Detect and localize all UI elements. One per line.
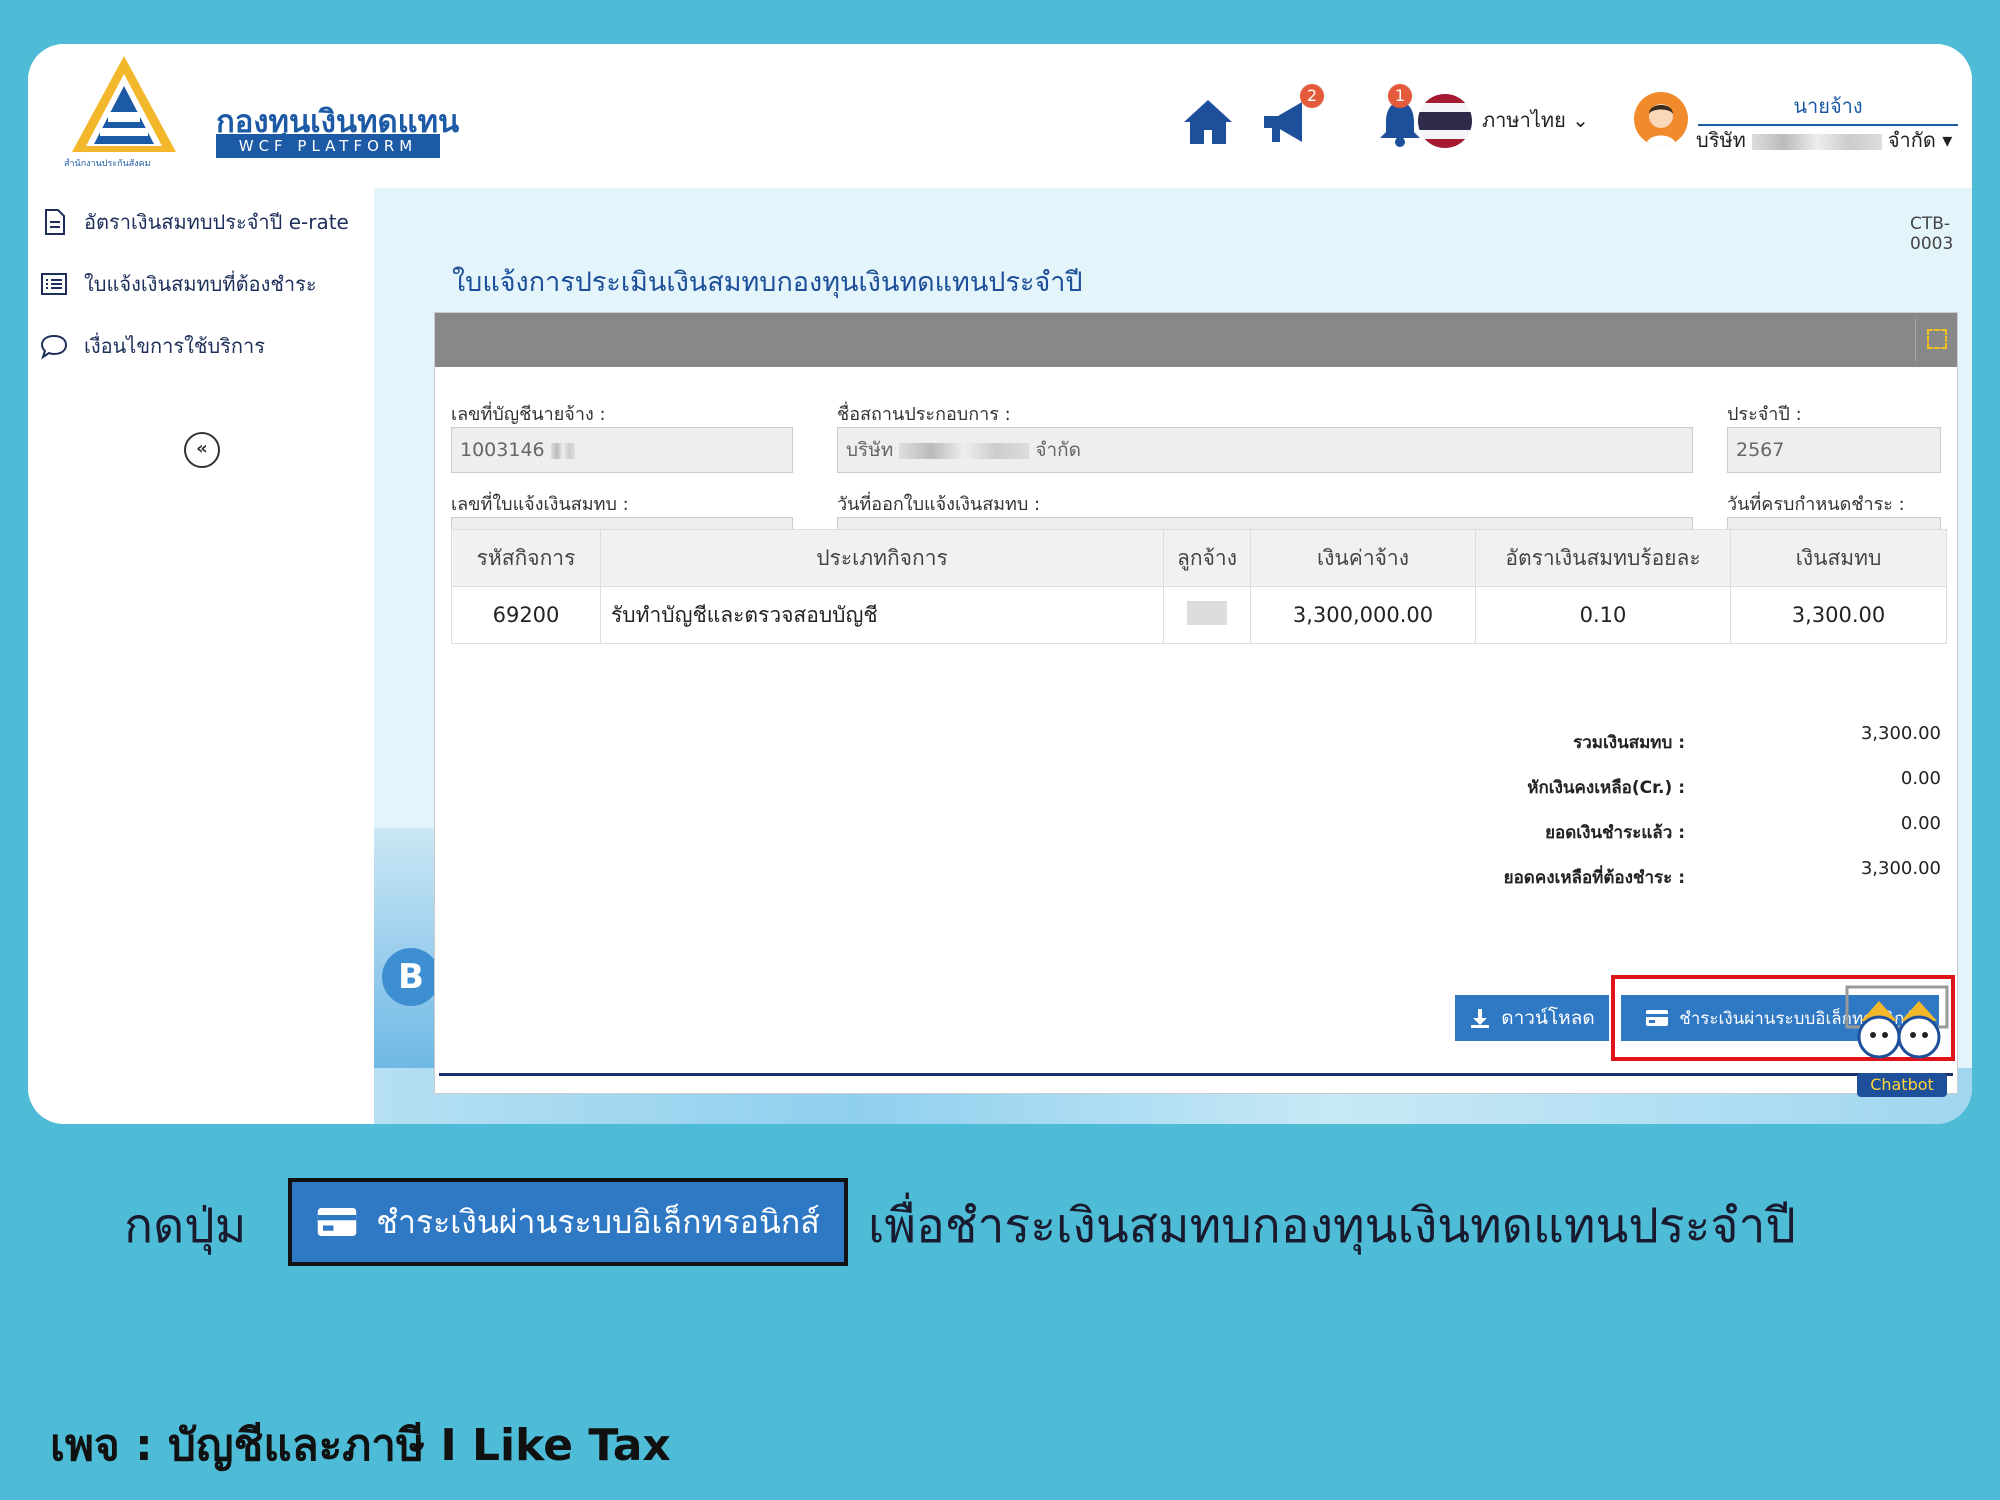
download-icon — [1471, 1009, 1490, 1028]
language-label: ภาษาไทย — [1482, 108, 1566, 132]
company-prefix: บริษัท — [1696, 128, 1746, 152]
panel-toolbar — [435, 313, 1957, 367]
list-icon — [41, 273, 67, 295]
summary-total: รวมเงินสมทบ : 3,300.00 — [435, 723, 1957, 753]
thai-flag-icon[interactable] — [1418, 94, 1472, 148]
cell-rate: 0.10 — [1475, 586, 1731, 644]
employer-account-value: 1003146 — [460, 439, 545, 461]
wcf-logo[interactable]: กองทุนเงินทดแทน WCF PLATFORM สำนักงานประ… — [64, 52, 484, 172]
header-rate: อัตราเงินสมทบร้อยละ — [1475, 529, 1731, 587]
page-title: ใบแจ้งการประเมินเงินสมทบกองทุนเงินทดแทนป… — [452, 267, 1083, 298]
summary-label: ยอดเงินชำระแล้ว : — [1545, 823, 1685, 843]
main-content: B CTB-0003 ใบแจ้งการประเมินเงินสมทบกองทุ… — [374, 188, 1972, 1124]
business-name-field: บริษัท จำกัด — [837, 427, 1693, 473]
company-suffix: จำกัด — [1887, 128, 1936, 152]
summary-value: 0.00 — [1900, 813, 1941, 834]
summary-value: 0.00 — [1900, 768, 1941, 789]
sidebar-item-terms[interactable]: เงื่อนไขการใช้บริการ — [40, 326, 265, 366]
redacted-name — [899, 442, 1030, 459]
cell-contribution: 3,300.00 — [1730, 586, 1947, 644]
page-code: CTB-0003 — [1910, 214, 1954, 254]
header-employees: ลูกจ้าง — [1163, 529, 1251, 587]
top-header: กองทุนเงินทดแทน WCF PLATFORM สำนักงานประ… — [28, 44, 1972, 188]
business-name-prefix: บริษัท — [846, 439, 894, 461]
summary-outstanding: ยอดคงเหลือที่ต้องชำระ : 3,300.00 — [435, 858, 1957, 888]
issue-date-label: วันที่ออกใบแจ้งเงินสมทบ : — [837, 494, 1041, 515]
cell-wages: 3,300,000.00 — [1250, 586, 1476, 644]
sidebar-item-label: อัตราเงินสมทบประจำปี e-rate — [84, 210, 349, 234]
caret-down-icon: ▾ — [1942, 128, 1953, 152]
download-button[interactable]: ดาวน์โหลด — [1455, 995, 1609, 1041]
summary-paid: ยอดเงินชำระแล้ว : 0.00 — [435, 813, 1957, 843]
credit-card-icon — [1646, 1010, 1669, 1026]
business-name-suffix: จำกัด — [1035, 439, 1081, 461]
caption-button-label: ชำระเงินผ่านระบบอิเล็กทรอนิกส์ — [376, 1202, 820, 1241]
notice-no-label: เลขที่ใบแจ้งเงินสมทบ : — [451, 494, 629, 515]
company-menu[interactable]: บริษัท จำกัด ▾ — [1696, 124, 1966, 156]
header-business-type: ประเภทกิจการ — [600, 529, 1164, 587]
cell-business-type: รับทำบัญชีและตรวจสอบบัญชี — [600, 586, 1164, 644]
caption-prefix: กดปุ่ม — [124, 1198, 247, 1254]
business-name-label: ชื่อสถานประกอบการ : — [837, 404, 1011, 425]
download-label: ดาวน์โหลด — [1501, 1007, 1595, 1029]
app-window: กองทุนเงินทดแทน WCF PLATFORM สำนักงานประ… — [28, 44, 1972, 1124]
footer-credit: เพจ : บัญชีและภาษี I Like Tax — [50, 1420, 671, 1471]
chat-bubble-icon — [40, 334, 68, 360]
announce-badge: 2 — [1300, 84, 1324, 108]
summary-value: 3,300.00 — [1860, 858, 1941, 879]
caption-suffix: เพื่อชำระเงินสมทบกองทุนเงินทดแทนประจำปี — [868, 1198, 1796, 1254]
summary-label: หักเงินคงเหลือ(Cr.) : — [1527, 778, 1685, 798]
chatbot-label[interactable]: Chatbot — [1857, 1073, 1947, 1097]
home-icon[interactable] — [1180, 94, 1236, 150]
logo-subtitle: WCF PLATFORM — [216, 134, 440, 158]
summary-credit: หักเงินคงเหลือ(Cr.) : 0.00 — [435, 768, 1957, 798]
cell-business-code: 69200 — [451, 586, 601, 644]
coin-icon: B — [382, 948, 440, 1006]
summary-value: 3,300.00 — [1860, 723, 1941, 744]
logo-agency: สำนักงานประกันสังคม — [64, 159, 151, 169]
summary-label: รวมเงินสมทบ : — [1573, 733, 1685, 753]
fullscreen-icon[interactable] — [1927, 329, 1947, 349]
table-header-row: รหัสกิจการ ประเภทกิจการ ลูกจ้าง เงินค่าจ… — [451, 529, 1947, 587]
sidebar: อัตราเงินสมทบประจำปี e-rate ใบแจ้งเงินสม… — [28, 188, 374, 1124]
sidebar-item-label: ใบแจ้งเงินสมทบที่ต้องชำระ — [84, 272, 317, 296]
caption-pay-button: ชำระเงินผ่านระบบอิเล็กทรอนิกส์ — [288, 1178, 848, 1266]
header-wages: เงินค่าจ้าง — [1250, 529, 1476, 587]
sidebar-item-e-rate[interactable]: อัตราเงินสมทบประจำปี e-rate — [40, 202, 349, 242]
employer-account-label: เลขที่บัญชีนายจ้าง : — [451, 404, 606, 425]
redacted-count — [1187, 600, 1227, 625]
collapse-sidebar-button[interactable]: « — [184, 432, 220, 468]
credit-card-icon — [317, 1208, 357, 1236]
notice-panel: เลขที่บัญชีนายจ้าง : 1003146 ชื่อสถานประ… — [434, 312, 1958, 1097]
summary-label: ยอดคงเหลือที่ต้องชำระ : — [1503, 868, 1685, 888]
due-date-label: วันที่ครบกำหนดชำระ : — [1727, 494, 1905, 515]
notify-badge: 1 — [1388, 84, 1412, 108]
sidebar-item-label: เงื่อนไขการใช้บริการ — [84, 334, 265, 358]
avatar[interactable] — [1634, 92, 1688, 146]
language-select[interactable]: ภาษาไทย ⌄ — [1482, 104, 1589, 136]
year-label: ประจำปี : — [1727, 404, 1802, 425]
chevron-down-icon: ⌄ — [1572, 108, 1589, 132]
cell-employees — [1163, 586, 1251, 644]
divider — [439, 1073, 1953, 1076]
user-role: นายจ้าง — [1698, 90, 1958, 126]
sidebar-item-contribution-notice[interactable]: ใบแจ้งเงินสมทบที่ต้องชำระ — [40, 264, 317, 304]
contribution-table: รหัสกิจการ ประเภทกิจการ ลูกจ้าง เงินค่าจ… — [451, 529, 1947, 644]
header-business-code: รหัสกิจการ — [451, 529, 601, 587]
logo-mark-icon — [72, 56, 176, 152]
document-icon — [45, 209, 65, 235]
redacted-name — [1751, 133, 1882, 150]
divider — [1915, 319, 1916, 361]
employer-account-field: 1003146 — [451, 427, 793, 473]
header-contribution: เงินสมทบ — [1730, 529, 1947, 587]
table-row: 69200 รับทำบัญชีและตรวจสอบบัญชี 3,300,00… — [451, 586, 1947, 644]
user-avatar-icon — [1646, 104, 1676, 146]
redacted-digits — [550, 442, 575, 459]
year-field: 2567 — [1727, 427, 1941, 473]
